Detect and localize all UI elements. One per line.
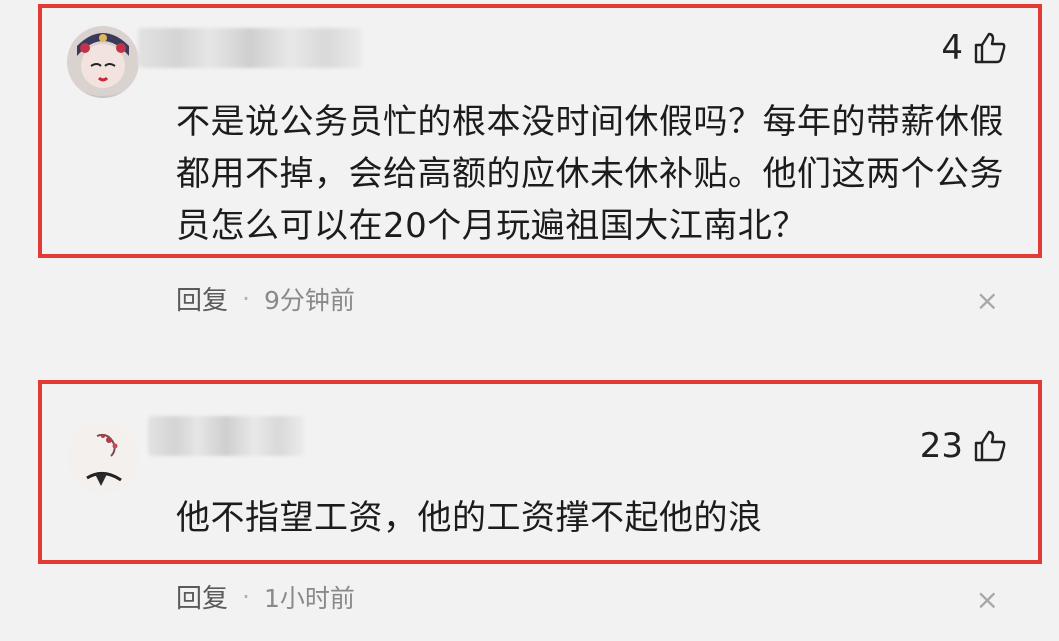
timestamp: 1小时前 bbox=[263, 583, 355, 613]
avatar[interactable] bbox=[67, 422, 139, 494]
comment-meta: 回复 · 1小时前 bbox=[176, 578, 355, 615]
like-button[interactable]: 23 bbox=[920, 426, 1007, 466]
like-count: 23 bbox=[919, 426, 963, 466]
username[interactable] bbox=[148, 416, 304, 456]
comment-text: 他不指望工资，他的工资撑不起他的浪 bbox=[176, 498, 763, 538]
thumbs-up-icon bbox=[974, 430, 1006, 462]
close-icon[interactable]: × bbox=[976, 586, 999, 614]
separator-dot: · bbox=[242, 582, 250, 611]
reply-button[interactable]: 回复 bbox=[176, 578, 228, 615]
comment-item: 23 他不指望工资，他的工资撑不起他的浪 回复 · 1小时前 × bbox=[0, 0, 1059, 641]
